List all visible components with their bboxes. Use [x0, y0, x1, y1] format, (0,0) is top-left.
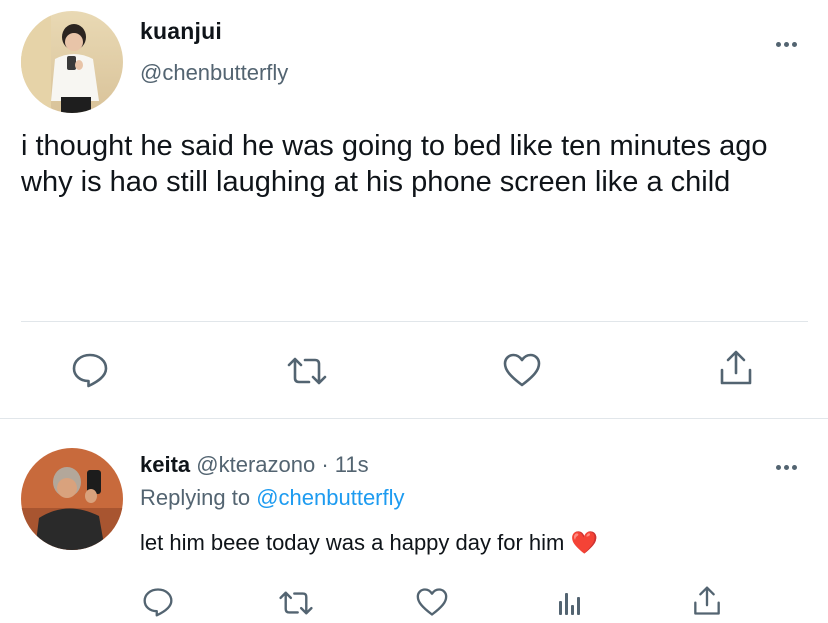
retweet-icon [279, 591, 313, 615]
replying-to-handle-link[interactable]: @chenbutterfly [256, 485, 404, 510]
divider [21, 321, 808, 322]
tweet-text: i thought he said he was going to bed li… [21, 130, 768, 198]
reply-text: let him beee today was a happy day for h… [140, 530, 598, 556]
analytics-bars-icon [559, 593, 580, 615]
author-avatar[interactable] [21, 11, 123, 113]
tweet-thread: kuanjui @chenbutterfly i thought he said… [0, 0, 828, 623]
comment-bubble-icon [72, 353, 108, 388]
comment-bubble-icon [143, 588, 173, 617]
author-name[interactable]: kuanjui [140, 18, 222, 45]
reply-like-button[interactable] [414, 586, 450, 618]
like-button[interactable] [500, 350, 544, 390]
share-upload-icon [720, 350, 752, 385]
reply-author-avatar[interactable] [21, 448, 123, 550]
reply-header: keita @kterazono · 11s [140, 452, 369, 478]
reply-author-name[interactable]: keita [140, 452, 190, 477]
author-handle[interactable]: @chenbutterfly [140, 60, 288, 86]
heart-icon [503, 353, 541, 387]
more-options-icon[interactable] [766, 455, 806, 479]
retweet-icon [287, 357, 327, 385]
reply-share-button[interactable] [690, 584, 724, 618]
more-options-icon[interactable] [766, 32, 806, 56]
share-upload-icon [694, 586, 720, 615]
reply-reply-button[interactable] [140, 585, 176, 619]
reply-retweet-button[interactable] [276, 588, 316, 618]
reply-text-body: let him beee today was a happy day for h… [140, 530, 565, 555]
share-button[interactable] [716, 348, 756, 388]
heart-emoji: ❤️ [570, 530, 598, 555]
heart-icon [416, 588, 448, 616]
reply-meta: @kterazono · 11s [196, 452, 369, 477]
reply-analytics-button[interactable] [554, 586, 586, 618]
divider [0, 418, 828, 419]
retweet-button[interactable] [285, 352, 329, 390]
replying-to-label: Replying to [140, 485, 251, 510]
reply-button[interactable] [68, 350, 112, 390]
replying-to: Replying to @chenbutterfly [140, 485, 405, 511]
